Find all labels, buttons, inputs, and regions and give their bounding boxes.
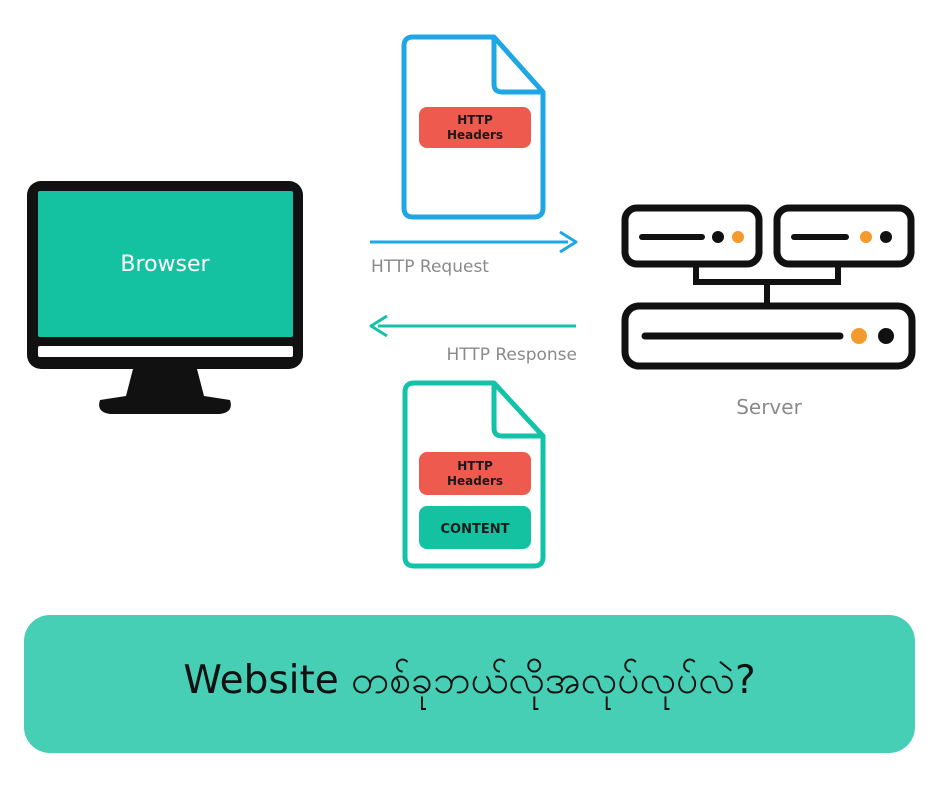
request-headers-line1: HTTP bbox=[457, 113, 493, 127]
request-document-icon bbox=[401, 34, 546, 220]
response-label: HTTP Response bbox=[446, 345, 577, 365]
server-icon bbox=[621, 204, 916, 370]
server-label: Server bbox=[736, 395, 802, 419]
http-flow-diagram: Browser HTTP Headers HTTP Request HTTP R… bbox=[27, 34, 916, 569]
browser-monitor-icon bbox=[27, 181, 303, 414]
request-headers-line2: Headers bbox=[447, 128, 503, 142]
title-banner: Website တစ်ခုဘယ်လိုအလုပ်လုပ်လဲ? bbox=[24, 615, 915, 753]
request-label: HTTP Request bbox=[371, 257, 489, 277]
browser-label: Browser bbox=[120, 252, 210, 277]
request-arrow bbox=[370, 230, 578, 254]
response-headers-line2: Headers bbox=[447, 474, 503, 488]
response-arrow bbox=[369, 314, 576, 338]
response-content-label: CONTENT bbox=[441, 522, 510, 537]
response-headers-line1: HTTP bbox=[457, 459, 493, 473]
banner-title: Website တစ်ခုဘယ်လိုအလုပ်လုပ်လဲ? bbox=[183, 657, 756, 703]
